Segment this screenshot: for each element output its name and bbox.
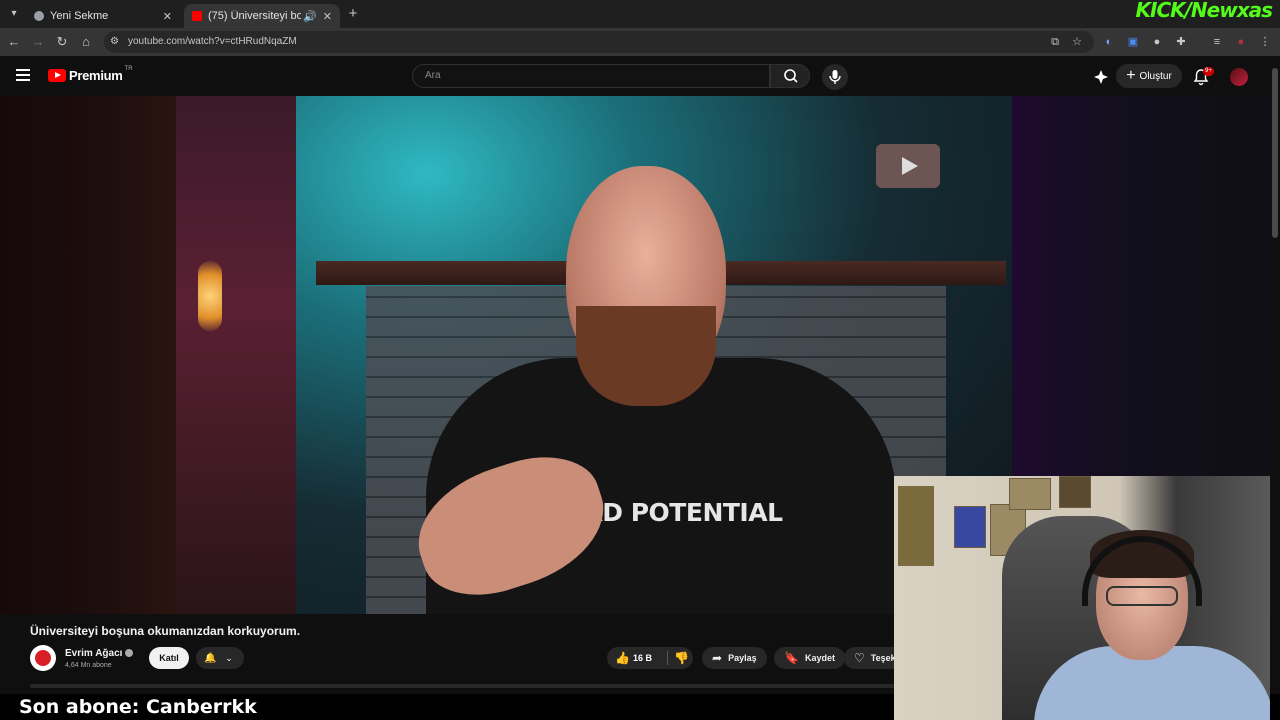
video-frame-presenter-beard (576, 306, 716, 406)
translate-icon[interactable]: ▣ (1126, 35, 1140, 49)
forward-icon[interactable]: → (30, 34, 46, 50)
voice-search-button[interactable] (822, 64, 848, 90)
account-avatar[interactable] (1230, 68, 1248, 86)
youtube-premium-logo[interactable]: Premium TR (48, 65, 133, 83)
studio-sparkle-icon[interactable] (1093, 69, 1109, 85)
video-frame-wall (176, 96, 296, 614)
bookmark-star-icon[interactable]: ☆ (1070, 35, 1084, 49)
latest-subscriber-text: Son abone: Canberrkk (19, 696, 257, 718)
bookmark-icon: 🔖 (784, 651, 799, 665)
kick-logo: KICK/Newxas (1135, 0, 1273, 22)
channel-avatar[interactable] (30, 645, 56, 671)
extension-icon[interactable]: ◐ (1102, 35, 1116, 49)
streamer-glasses (1106, 586, 1178, 606)
save-button[interactable]: 🔖 Kaydet (774, 647, 845, 669)
site-info-icon[interactable]: ⚙ (110, 31, 119, 53)
speaker-icon[interactable]: 🔊 (303, 10, 317, 23)
share-arrow-icon: ➦ (712, 651, 723, 665)
wall-poster (1059, 476, 1091, 508)
youtube-favicon-icon (192, 11, 202, 21)
install-app-icon[interactable]: ⧉ (1048, 35, 1062, 49)
save-label: Kaydet (804, 653, 835, 663)
region-label: TR (124, 65, 133, 72)
thanks-label: Teşek (870, 653, 896, 663)
wall-poster (1009, 478, 1051, 510)
home-icon[interactable]: ⌂ (78, 34, 94, 50)
create-label: Oluştur (1139, 70, 1172, 82)
youtube-play-icon (48, 69, 66, 82)
video-frame-play-button-award (876, 144, 940, 188)
channel-name[interactable]: Evrim Ağacı (65, 648, 134, 659)
page-scrollbar[interactable] (1272, 68, 1278, 238)
browser-menu-icon[interactable]: ⋮ (1258, 35, 1272, 49)
wall-poster (954, 506, 986, 548)
close-icon[interactable]: ✕ (163, 10, 172, 23)
bell-icon: 🔔 (204, 653, 217, 664)
search-icon (784, 69, 798, 83)
reading-list-icon[interactable]: ≡ (1210, 35, 1224, 49)
share-button[interactable]: ➦ Paylaş (702, 647, 767, 669)
brand-label: Premium (69, 68, 123, 83)
chrome-icon (34, 11, 44, 21)
profile-icon[interactable]: ● (1234, 35, 1248, 49)
chevron-down-icon: ⌄ (225, 653, 233, 663)
notification-badge: 9+ (1203, 67, 1214, 76)
search-button[interactable] (770, 64, 810, 88)
ambient-glow-left (0, 96, 176, 614)
like-dislike-group: 👍 16 B 👎 (607, 647, 693, 669)
search-input[interactable]: Ara (412, 64, 770, 88)
like-count: 16 B (633, 653, 653, 663)
close-icon[interactable]: ✕ (323, 10, 332, 23)
new-tab-button[interactable]: + (344, 5, 362, 23)
subscription-bell-button[interactable]: 🔔 ⌄ (196, 647, 244, 669)
extension-icon[interactable]: ● (1150, 35, 1164, 49)
video-player[interactable]: I HAD POTENTIAL (176, 96, 1012, 614)
webcam-overlay (894, 476, 1270, 720)
url-text: youtube.com/watch?v=ctHRudNqaZM (128, 36, 297, 47)
wall-flag (898, 486, 934, 566)
youtube-header: Premium TR Ara + Oluştur 9+ (0, 56, 1280, 96)
browser-toolbar: ← → ↻ ⌂ ⚙ youtube.com/watch?v=ctHRudNqaZ… (0, 28, 1280, 56)
tab-title: (75) Üniversiteyi boşuna ok (208, 10, 302, 22)
extensions-puzzle-icon[interactable]: ✚ (1174, 35, 1188, 49)
video-frame-lamp (198, 261, 222, 331)
plus-icon: + (1126, 67, 1136, 84)
subscriber-count: 4,64 Mn abone (65, 662, 112, 669)
tab-youtube-video[interactable]: (75) Üniversiteyi boşuna ok 🔊 ✕ (184, 4, 340, 28)
dislike-button-thumbs-down-icon[interactable]: 👎 (674, 651, 689, 665)
tab-search-icon[interactable]: ▾ (5, 5, 23, 23)
channel-name-label: Evrim Ağacı (65, 648, 123, 659)
tab-new-tab[interactable]: Yeni Sekme ✕ (26, 4, 180, 28)
tab-title: Yeni Sekme (50, 10, 109, 22)
microphone-icon (829, 70, 841, 84)
thanks-button[interactable]: ♡ Teşek (844, 647, 896, 669)
like-divider (667, 651, 668, 665)
reload-icon[interactable]: ↻ (54, 34, 70, 50)
join-button[interactable]: Katıl (149, 647, 189, 669)
like-button-thumbs-up-icon[interactable]: 👍 (615, 651, 630, 665)
create-button[interactable]: + Oluştur (1116, 64, 1182, 88)
browser-tab-bar: ▾ Yeni Sekme ✕ (75) Üniversiteyi boşuna … (0, 0, 1280, 28)
back-icon[interactable]: ← (6, 34, 22, 50)
verified-check-icon (125, 649, 134, 657)
video-title: Üniversiteyi boşuna okumanızdan korkuyor… (30, 624, 301, 638)
address-bar[interactable]: ⚙ youtube.com/watch?v=ctHRudNqaZM (104, 31, 1094, 53)
thanks-heart-icon: ♡ (854, 651, 865, 665)
description-divider (30, 684, 894, 688)
hamburger-menu-icon[interactable] (16, 69, 30, 84)
share-label: Paylaş (728, 653, 757, 663)
